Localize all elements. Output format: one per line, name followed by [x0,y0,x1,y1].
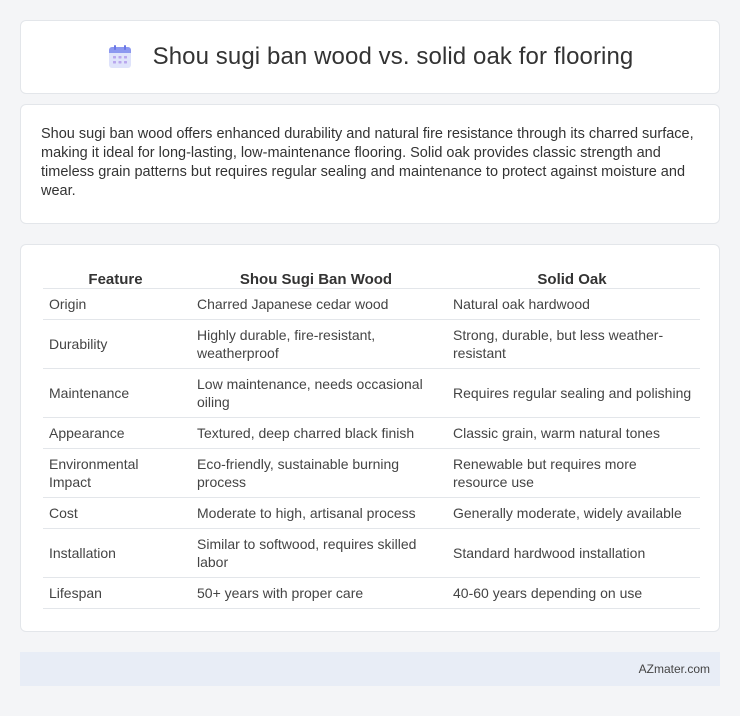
table-row: Lifespan 50+ years with proper care 40-6… [43,578,700,609]
summary-card: Shou sugi ban wood offers enhanced durab… [20,104,720,224]
calendar-icon [108,45,131,68]
comparison-card: Feature Shou Sugi Ban Wood Solid Oak Ori… [20,244,720,632]
title-wrap: Shou sugi ban wood vs. solid oak for flo… [107,43,634,71]
title-card: Shou sugi ban wood vs. solid oak for flo… [20,20,720,94]
table-row: Installation Similar to softwood, requir… [43,529,700,578]
page-title: Shou sugi ban wood vs. solid oak for flo… [152,43,634,70]
feature-cell: Cost [43,498,188,529]
table-row: Durability Highly durable, fire-resistan… [43,320,700,369]
comparison-table: Feature Shou Sugi Ban Wood Solid Oak Ori… [43,263,700,609]
table-header-row: Feature Shou Sugi Ban Wood Solid Oak [43,263,700,289]
shou-sugi-ban-cell: Moderate to high, artisanal process [188,498,444,529]
solid-oak-cell: Generally moderate, widely available [444,498,700,529]
table-row: Environmental Impact Eco-friendly, susta… [43,449,700,498]
shou-sugi-ban-cell: Eco-friendly, sustainable burning proces… [188,449,444,498]
feature-cell: Origin [43,289,188,320]
solid-oak-cell: Natural oak hardwood [444,289,700,320]
table-row: Cost Moderate to high, artisanal process… [43,498,700,529]
shou-sugi-ban-cell: Charred Japanese cedar wood [188,289,444,320]
shou-sugi-ban-cell: Highly durable, fire-resistant, weatherp… [188,320,444,369]
shou-sugi-ban-cell: 50+ years with proper care [188,578,444,609]
table-row: Origin Charred Japanese cedar wood Natur… [43,289,700,320]
shou-sugi-ban-cell: Textured, deep charred black finish [188,418,444,449]
shou-sugi-ban-cell: Low maintenance, needs occasional oiling [188,369,444,418]
solid-oak-cell: Renewable but requires more resource use [444,449,700,498]
header-solid-oak: Solid Oak [444,263,700,289]
solid-oak-cell: 40-60 years depending on use [444,578,700,609]
feature-cell: Durability [43,320,188,369]
feature-cell: Installation [43,529,188,578]
solid-oak-cell: Strong, durable, but less weather-resist… [444,320,700,369]
header-shou-sugi-ban: Shou Sugi Ban Wood [188,263,444,289]
feature-cell: Environmental Impact [43,449,188,498]
header-feature: Feature [43,263,188,289]
shou-sugi-ban-cell: Similar to softwood, requires skilled la… [188,529,444,578]
table-row: Appearance Textured, deep charred black … [43,418,700,449]
footer: AZmater.com [20,652,720,686]
feature-cell: Maintenance [43,369,188,418]
summary-text: Shou sugi ban wood offers enhanced durab… [41,126,694,199]
feature-cell: Lifespan [43,578,188,609]
solid-oak-cell: Classic grain, warm natural tones [444,418,700,449]
solid-oak-cell: Standard hardwood installation [444,529,700,578]
footer-site-name: AZmater.com [638,662,710,676]
table-row: Maintenance Low maintenance, needs occas… [43,369,700,418]
feature-cell: Appearance [43,418,188,449]
solid-oak-cell: Requires regular sealing and polishing [444,369,700,418]
